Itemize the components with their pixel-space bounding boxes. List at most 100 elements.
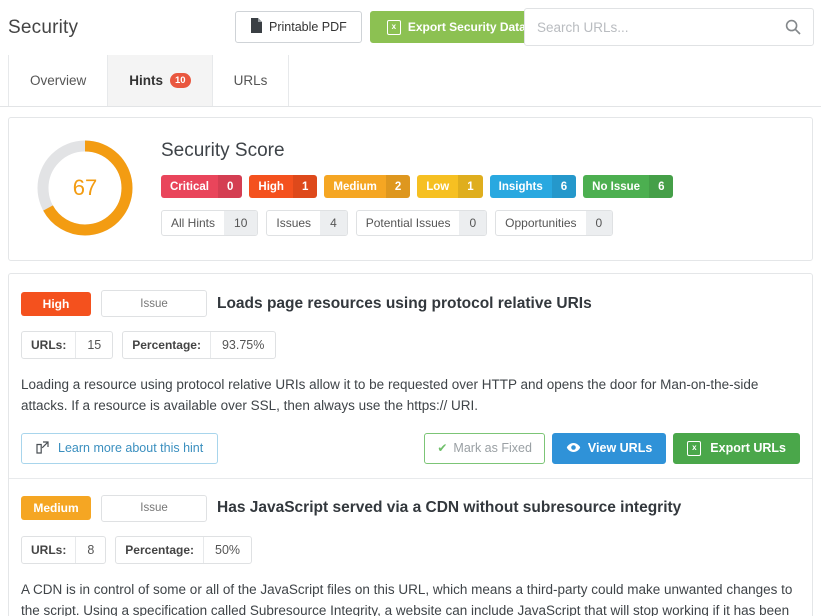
hint-severity-badge[interactable]: Medium xyxy=(21,496,91,521)
severity-label: No Issue xyxy=(592,180,641,193)
hint-percentage-value: 93.75% xyxy=(209,332,275,358)
printable-pdf-label: Printable PDF xyxy=(269,19,347,34)
tab-hints-label: Hints xyxy=(129,73,164,88)
learn-more-button[interactable]: Learn more about this hint xyxy=(21,432,219,464)
hint-title: Loads page resources using protocol rela… xyxy=(217,294,592,312)
severity-badge-high[interactable]: High 1 xyxy=(249,175,318,198)
severity-badge-row: Critical 0 High 1 Medium 2 Low 1 Insight… xyxy=(161,175,798,198)
stat-filter-row: All Hints 10 Issues 4 Potential Issues 0… xyxy=(161,210,798,236)
hint-urls-meta: URLs: 8 xyxy=(21,535,107,564)
hint-item: Medium Issue Has JavaScript served via a… xyxy=(9,477,812,616)
severity-badge-no-issue[interactable]: No Issue 6 xyxy=(583,175,674,198)
severity-count: 2 xyxy=(385,175,411,198)
export-security-data-label: Export Security Data xyxy=(407,20,526,34)
hint-title: Has JavaScript served via a CDN without … xyxy=(217,499,682,517)
severity-count: 0 xyxy=(218,175,243,198)
hint-percentage-meta: Percentage: 50% xyxy=(115,535,253,564)
search-box[interactable] xyxy=(524,8,814,46)
hint-urls-value: 8 xyxy=(75,536,105,563)
stat-all-hints[interactable]: All Hints 10 xyxy=(161,210,259,236)
hint-severity-badge[interactable]: High xyxy=(21,291,91,316)
hints-list-card: High Issue Loads page resources using pr… xyxy=(8,273,813,616)
export-urls-button[interactable]: x Export URLs xyxy=(673,432,800,464)
severity-badge-critical[interactable]: Critical 0 xyxy=(161,175,243,198)
tab-overview[interactable]: Overview xyxy=(8,55,109,106)
export-security-data-button[interactable]: x Export Security Data xyxy=(369,11,543,43)
hint-type-badge[interactable]: Issue xyxy=(101,290,207,317)
hint-right-actions: ✔ Mark as Fixed View URLs x Export URLs xyxy=(424,432,800,464)
mark-as-fixed-label: Mark as Fixed xyxy=(453,441,532,456)
hint-urls-value: 15 xyxy=(75,332,112,358)
severity-count: 6 xyxy=(649,175,674,198)
tab-hints[interactable]: Hints 10 xyxy=(107,55,213,106)
stat-count: 0 xyxy=(459,211,487,235)
tab-urls-label: URLs xyxy=(233,73,268,88)
security-score-title: Security Score xyxy=(161,140,285,161)
stat-label: All Hints xyxy=(171,216,216,230)
hint-header: Medium Issue Has JavaScript served via a… xyxy=(21,494,800,522)
severity-badge-low[interactable]: Low 1 xyxy=(417,175,483,198)
severity-badge-medium[interactable]: Medium 2 xyxy=(324,175,411,198)
export-urls-label: Export URLs xyxy=(710,441,786,456)
hint-percentage-value: 50% xyxy=(203,536,251,563)
tab-bar: Overview Hints 10 URLs xyxy=(0,55,821,107)
hint-item: High Issue Loads page resources using pr… xyxy=(9,274,812,478)
search-icon[interactable] xyxy=(785,19,801,35)
stat-label: Potential Issues xyxy=(365,216,451,230)
severity-count: 6 xyxy=(551,175,577,198)
stat-potential-issues[interactable]: Potential Issues 0 xyxy=(355,210,488,236)
view-urls-label: View URLs xyxy=(587,441,653,456)
stat-label: Opportunities xyxy=(505,216,577,230)
hint-description: A CDN is in control of some or all of th… xyxy=(21,581,793,616)
spreadsheet-icon: x xyxy=(687,440,702,456)
page-title: Security xyxy=(8,16,79,38)
printable-pdf-button[interactable]: Printable PDF xyxy=(235,11,362,43)
hint-urls-label: URLs: xyxy=(31,338,67,352)
severity-count: 1 xyxy=(458,175,483,198)
severity-label: Medium xyxy=(333,180,377,193)
hint-description: Loading a resource using protocol relati… xyxy=(21,377,759,413)
spreadsheet-icon: x xyxy=(386,19,401,35)
tab-overview-label: Overview xyxy=(30,73,87,88)
tab-urls[interactable]: URLs xyxy=(211,55,290,106)
hint-header: High Issue Loads page resources using pr… xyxy=(21,290,800,317)
hint-urls-meta: URLs: 15 xyxy=(21,331,114,359)
security-score-donut: 67 xyxy=(33,136,137,240)
hint-meta-row: URLs: 15 Percentage: 93.75% xyxy=(21,331,800,359)
view-urls-button[interactable]: View URLs xyxy=(551,432,667,464)
severity-label: Critical xyxy=(170,180,209,193)
hint-actions: Learn more about this hint ✔ Mark as Fix… xyxy=(21,432,800,464)
security-score-card: 67 Security Score Critical 0 High 1 Medi… xyxy=(8,117,813,261)
stat-opportunities[interactable]: Opportunities 0 xyxy=(495,210,614,236)
stat-issues[interactable]: Issues 4 xyxy=(266,210,348,236)
stat-label: Issues xyxy=(276,216,312,230)
search-input[interactable] xyxy=(537,19,785,35)
severity-badge-insights[interactable]: Insights 6 xyxy=(489,175,577,198)
security-score-value: 67 xyxy=(72,175,98,200)
check-icon: ✔ xyxy=(437,441,448,456)
page-header: Security Printable PDF x Export Security… xyxy=(0,0,821,55)
stat-count: 4 xyxy=(320,211,347,235)
severity-label: High xyxy=(258,180,284,193)
security-page: Security Printable PDF x Export Security… xyxy=(0,0,821,616)
severity-label: Insights xyxy=(498,180,543,193)
hint-urls-label: URLs: xyxy=(31,542,67,557)
external-link-icon xyxy=(36,440,49,457)
severity-count: 1 xyxy=(292,175,318,198)
severity-label: Low xyxy=(426,180,450,193)
hint-percentage-label: Percentage: xyxy=(132,338,201,352)
stat-count: 10 xyxy=(224,211,258,235)
header-actions: Printable PDF x Export Security Data xyxy=(235,11,543,43)
mark-as-fixed-button[interactable]: ✔ Mark as Fixed xyxy=(424,432,545,464)
eye-icon xyxy=(566,442,581,456)
tab-filler xyxy=(288,55,821,106)
tab-hints-badge: 10 xyxy=(170,73,191,88)
hint-type-badge[interactable]: Issue xyxy=(101,494,207,522)
hint-percentage-meta: Percentage: 93.75% xyxy=(122,331,277,359)
score-body: Security Score Critical 0 High 1 Medium … xyxy=(151,140,798,236)
hint-percentage-label: Percentage: xyxy=(125,542,194,557)
learn-more-label: Learn more about this hint xyxy=(58,441,204,456)
hint-meta-row: URLs: 8 Percentage: 50% xyxy=(21,535,800,564)
pdf-file-icon xyxy=(250,18,262,36)
stat-count: 0 xyxy=(585,211,613,235)
